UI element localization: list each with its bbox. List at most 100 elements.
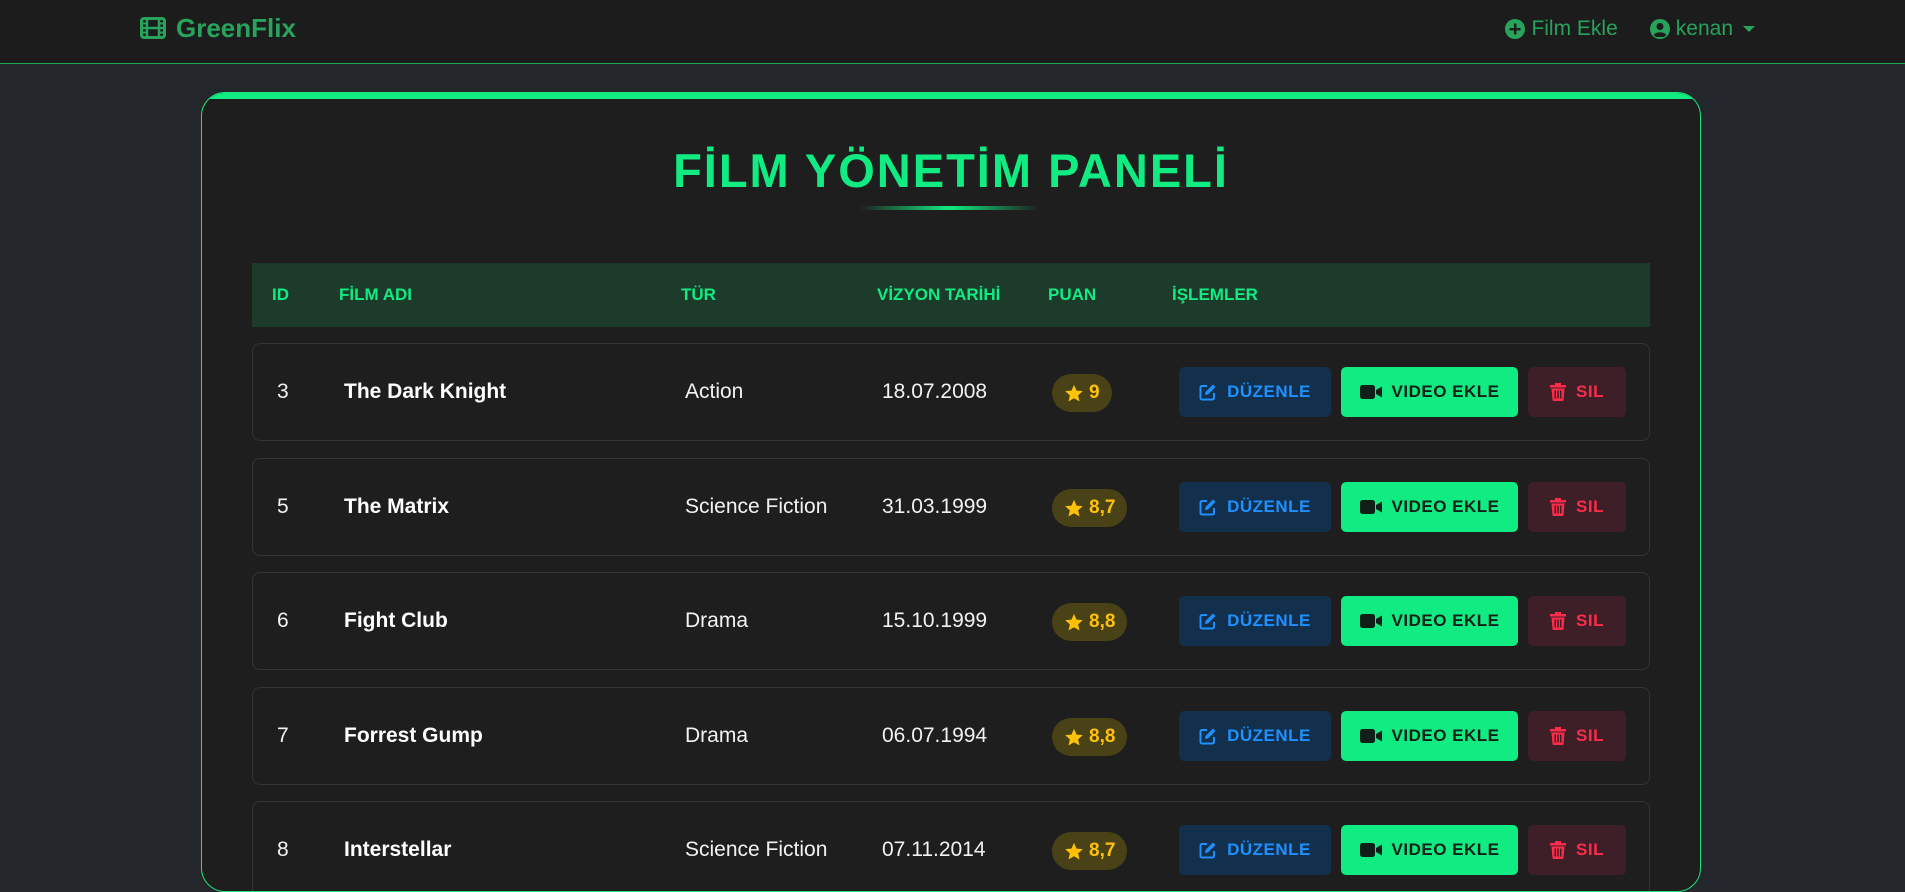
- film-icon: [140, 17, 166, 39]
- delete-label: SIL: [1576, 726, 1604, 745]
- table-row: 7 Forrest Gump Drama 06.07.1994 8,8 DÜZE…: [252, 687, 1650, 785]
- header-genre: TÜR: [681, 285, 716, 304]
- delete-button[interactable]: SIL: [1528, 825, 1626, 875]
- cell-genre: Drama: [685, 724, 749, 747]
- add-video-button[interactable]: VIDEO EKLE: [1341, 367, 1518, 417]
- edit-label: DÜZENLE: [1227, 726, 1311, 745]
- edit-icon: [1199, 498, 1217, 516]
- cell-genre: Action: [685, 380, 744, 403]
- header-name: FİLM ADI: [339, 285, 413, 304]
- nav-right: Film Ekle kenan: [1505, 14, 1755, 44]
- cell-film-name: Fight Club: [344, 609, 448, 632]
- edit-label: DÜZENLE: [1227, 840, 1311, 859]
- rating-value: 8,7: [1089, 497, 1116, 518]
- rating-value: 9: [1089, 382, 1100, 403]
- cell-id: 8: [277, 838, 289, 861]
- header-rating: PUAN: [1048, 285, 1097, 304]
- edit-button[interactable]: DÜZENLE: [1179, 367, 1331, 417]
- rating-badge: 9: [1052, 374, 1112, 412]
- trash-icon: [1550, 841, 1567, 859]
- add-video-label: VIDEO EKLE: [1391, 840, 1500, 859]
- card-accent-bar: [202, 93, 1700, 99]
- edit-icon: [1199, 841, 1217, 859]
- add-film-link[interactable]: Film Ekle: [1505, 17, 1618, 41]
- edit-button[interactable]: DÜZENLE: [1179, 482, 1331, 532]
- add-video-label: VIDEO EKLE: [1391, 497, 1500, 516]
- cell-film-name: The Dark Knight: [344, 380, 507, 403]
- edit-icon: [1199, 727, 1217, 745]
- rating-value: 8,8: [1089, 726, 1116, 747]
- add-film-label: Film Ekle: [1531, 17, 1618, 40]
- video-camera-icon: [1359, 729, 1382, 743]
- video-camera-icon: [1359, 843, 1382, 857]
- delete-label: SIL: [1576, 840, 1604, 859]
- plus-circle-icon: [1505, 19, 1526, 39]
- add-video-button[interactable]: VIDEO EKLE: [1341, 596, 1518, 646]
- cell-id: 5: [277, 495, 289, 518]
- cell-id: 7: [277, 724, 289, 747]
- cell-film-name: Forrest Gump: [344, 724, 483, 747]
- rating-badge: 8,8: [1052, 718, 1128, 756]
- edit-icon: [1199, 612, 1217, 630]
- delete-button[interactable]: SIL: [1528, 482, 1626, 532]
- star-icon: [1064, 842, 1084, 861]
- title-underline: [859, 206, 1039, 210]
- cell-genre: Science Fiction: [685, 495, 828, 518]
- delete-label: SIL: [1576, 382, 1604, 401]
- add-video-button[interactable]: VIDEO EKLE: [1341, 482, 1518, 532]
- table-row: 3 The Dark Knight Action 18.07.2008 9 DÜ…: [252, 343, 1650, 441]
- user-name: kenan: [1675, 17, 1733, 40]
- edit-button[interactable]: DÜZENLE: [1179, 825, 1331, 875]
- cell-id: 6: [277, 609, 289, 632]
- cell-film-name: The Matrix: [344, 495, 450, 518]
- trash-icon: [1550, 727, 1567, 745]
- edit-label: DÜZENLE: [1227, 497, 1311, 516]
- video-camera-icon: [1359, 614, 1382, 628]
- rating-value: 8,8: [1089, 611, 1116, 632]
- page-title: FİLM YÖNETİM PANELİ: [673, 144, 1229, 197]
- delete-label: SIL: [1576, 497, 1604, 516]
- brand-name: GreenFlix: [176, 12, 296, 43]
- chevron-down-icon: [1743, 26, 1755, 32]
- add-video-label: VIDEO EKLE: [1391, 726, 1500, 745]
- brand-link[interactable]: GreenFlix: [140, 13, 296, 43]
- cell-genre: Science Fiction: [685, 838, 828, 861]
- table-row: 5 The Matrix Science Fiction 31.03.1999 …: [252, 458, 1650, 556]
- star-icon: [1064, 728, 1084, 747]
- cell-id: 3: [277, 380, 289, 403]
- header-release: VİZYON TARİHİ: [877, 285, 1001, 304]
- add-video-button[interactable]: VIDEO EKLE: [1341, 825, 1518, 875]
- scrollbar[interactable]: [1890, 0, 1905, 870]
- trash-icon: [1550, 383, 1567, 401]
- edit-icon: [1199, 383, 1217, 401]
- trash-icon: [1550, 612, 1567, 630]
- rating-badge: 8,7: [1052, 489, 1128, 527]
- table-header: ID FİLM ADI TÜR VİZYON TARİHİ PUAN İŞLEM…: [252, 263, 1650, 327]
- add-video-label: VIDEO EKLE: [1391, 382, 1500, 401]
- rating-badge: 8,7: [1052, 832, 1128, 870]
- add-video-button[interactable]: VIDEO EKLE: [1341, 711, 1518, 761]
- cell-release-date: 18.07.2008: [882, 380, 988, 403]
- rating-badge: 8,8: [1052, 603, 1128, 641]
- delete-button[interactable]: SIL: [1528, 711, 1626, 761]
- edit-button[interactable]: DÜZENLE: [1179, 711, 1331, 761]
- cell-release-date: 15.10.1999: [882, 609, 988, 632]
- user-circle-icon: [1649, 19, 1670, 39]
- cell-film-name: Interstellar: [344, 838, 452, 861]
- navbar: GreenFlix Film Ekle kenan: [0, 0, 1905, 64]
- video-camera-icon: [1359, 500, 1382, 514]
- delete-button[interactable]: SIL: [1528, 367, 1626, 417]
- header-actions: İŞLEMLER: [1172, 285, 1258, 304]
- delete-button[interactable]: SIL: [1528, 596, 1626, 646]
- star-icon: [1064, 384, 1084, 403]
- header-id: ID: [272, 285, 289, 304]
- table-row: 6 Fight Club Drama 15.10.1999 8,8 DÜZENL…: [252, 572, 1650, 670]
- edit-label: DÜZENLE: [1227, 611, 1311, 630]
- trash-icon: [1550, 498, 1567, 516]
- star-icon: [1064, 499, 1084, 518]
- user-menu-toggle[interactable]: kenan: [1649, 17, 1755, 41]
- table-row: 8 Interstellar Science Fiction 07.11.201…: [252, 801, 1650, 891]
- star-icon: [1064, 613, 1084, 632]
- cell-release-date: 31.03.1999: [882, 495, 988, 518]
- edit-button[interactable]: DÜZENLE: [1179, 596, 1331, 646]
